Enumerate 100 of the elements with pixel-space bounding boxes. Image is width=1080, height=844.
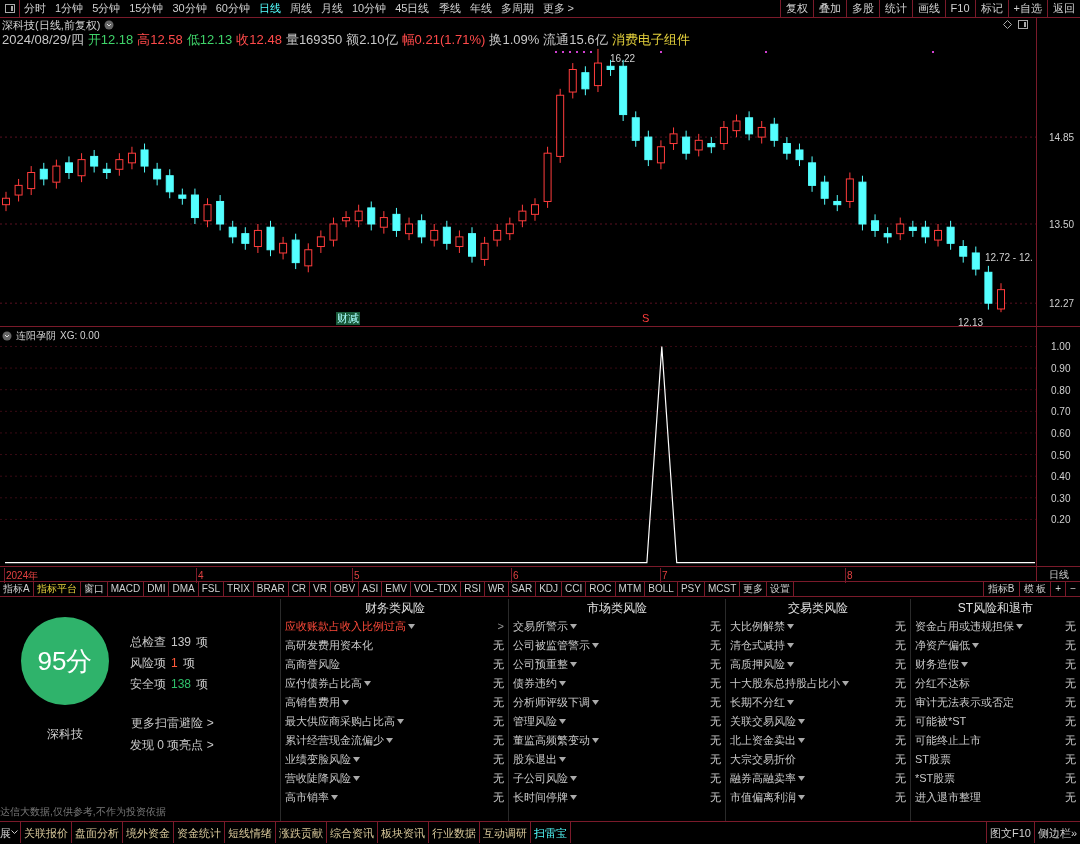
risk-item-label[interactable]: 债券违约 <box>513 675 557 692</box>
indicator-tab[interactable]: MCST <box>704 582 741 596</box>
caret-icon[interactable] <box>798 776 805 781</box>
period-tab[interactable]: 5分钟 <box>92 0 121 17</box>
toolbar-button[interactable]: F10 <box>944 0 975 17</box>
caret-icon[interactable] <box>972 643 979 648</box>
indicator-tab[interactable]: CCI <box>562 582 587 596</box>
more-link[interactable]: 发现 0 项亮点 > <box>130 736 214 754</box>
risk-item-label[interactable]: 最大供应商采购占比高 <box>285 713 395 730</box>
indicator-tab[interactable]: EMV <box>382 582 411 596</box>
bottom-tab[interactable]: 资金统计 <box>174 822 225 843</box>
caret-icon[interactable] <box>397 719 404 724</box>
panel-icon[interactable] <box>1018 20 1028 29</box>
indicator-tab[interactable]: 指标A <box>0 582 34 596</box>
caret-icon[interactable] <box>364 681 371 686</box>
toolbar-button[interactable]: 标记 <box>974 0 1008 17</box>
bottom-tab[interactable]: 涨跌贡献 <box>276 822 327 843</box>
caret-icon[interactable] <box>787 643 794 648</box>
toolbar-button[interactable]: 返回 <box>1047 0 1080 17</box>
period-tab[interactable]: 日线 <box>259 0 281 17</box>
toolbar-button[interactable]: 叠加 <box>812 0 846 17</box>
risk-item-label[interactable]: 市值偏离利润 <box>730 789 796 806</box>
indicator-panel-button[interactable]: 指标B <box>982 582 1019 596</box>
indicator-tab[interactable]: RSI <box>461 582 485 596</box>
caret-icon[interactable] <box>798 795 805 800</box>
period-tab[interactable]: 10分钟 <box>352 0 387 17</box>
caret-icon[interactable] <box>570 776 577 781</box>
indicator-tab[interactable]: 设置 <box>767 582 795 596</box>
bottom-tab[interactable]: 境外资金 <box>123 822 174 843</box>
caret-icon[interactable] <box>787 700 794 705</box>
indicator-tab[interactable]: SAR <box>508 582 537 596</box>
risk-item-label[interactable]: *ST股票 <box>915 770 956 787</box>
period-tab[interactable]: 15分钟 <box>129 0 164 17</box>
event-marker[interactable]: 财减 <box>336 312 360 325</box>
caret-icon[interactable] <box>570 624 577 629</box>
caret-icon[interactable] <box>331 795 338 800</box>
period-tab[interactable]: 季线 <box>438 0 461 17</box>
risk-item-label[interactable]: 财务造假 <box>915 656 959 673</box>
indicator-tab[interactable]: KDJ <box>536 582 563 596</box>
caret-icon[interactable] <box>592 738 599 743</box>
risk-item-label[interactable]: 关联交易风险 <box>730 713 796 730</box>
indicator-tab[interactable]: WR <box>484 582 509 596</box>
toolbar-button[interactable]: 画线 <box>911 0 945 17</box>
indicator-tab[interactable]: BOLL <box>645 582 678 596</box>
caret-icon[interactable] <box>570 795 577 800</box>
caret-icon[interactable] <box>1016 624 1023 629</box>
indicator-tab[interactable]: 指标平台 <box>33 582 81 596</box>
risk-item-label[interactable]: 长期不分红 <box>730 694 785 711</box>
bottom-tab[interactable]: 板块资讯 <box>378 822 429 843</box>
caret-icon[interactable] <box>842 681 849 686</box>
risk-item-label[interactable]: 高质押风险 <box>730 656 785 673</box>
bottom-right-button[interactable]: 图文F10 <box>985 822 1034 843</box>
caret-icon[interactable] <box>559 719 566 724</box>
period-tab[interactable]: 月线 <box>321 0 343 17</box>
indicator-tab[interactable]: ASI <box>359 582 383 596</box>
indicator-tab[interactable]: FSL <box>198 582 225 596</box>
caret-icon[interactable] <box>787 662 794 667</box>
caret-icon[interactable] <box>961 662 968 667</box>
risk-item-label[interactable]: 北上资金卖出 <box>730 732 796 749</box>
risk-item-label[interactable]: 子公司风险 <box>513 770 568 787</box>
period-tab[interactable]: 45日线 <box>395 0 430 17</box>
risk-item-label[interactable]: 十大股东总持股占比小 <box>730 675 840 692</box>
caret-icon[interactable] <box>342 700 349 705</box>
caret-icon[interactable] <box>570 662 577 667</box>
risk-item-label[interactable]: 可能终止上市 <box>915 732 981 749</box>
bottom-tab[interactable]: 行业数据 <box>429 822 480 843</box>
caret-icon[interactable] <box>787 624 794 629</box>
risk-item-label[interactable]: 公司预重整 <box>513 656 568 673</box>
risk-item-label[interactable]: 资金占用或违规担保 <box>915 618 1014 635</box>
toolbar-button[interactable]: 多股 <box>845 0 879 17</box>
risk-item-label[interactable]: 进入退市整理 <box>915 789 981 806</box>
period-tab[interactable]: 1分钟 <box>55 0 84 17</box>
caret-icon[interactable] <box>408 624 415 629</box>
caret-icon[interactable] <box>798 719 805 724</box>
dropdown-icon[interactable] <box>104 20 115 30</box>
risk-item-label[interactable]: 高市销率 <box>285 789 329 806</box>
indicator-tab[interactable]: ROC <box>586 582 616 596</box>
risk-item-label[interactable]: 高销售费用 <box>285 694 340 711</box>
risk-item-label[interactable]: 公司被监管警示 <box>513 637 590 654</box>
indicator-tab[interactable]: 窗口 <box>80 582 108 596</box>
toolbar-button[interactable]: +自选 <box>1007 0 1047 17</box>
risk-item-label[interactable]: 交易所警示 <box>513 618 568 635</box>
period-tab[interactable]: 分时 <box>24 0 46 17</box>
indicator-tab[interactable]: VOL-TDX <box>410 582 462 596</box>
bottom-tab[interactable]: 盘面分析 <box>72 822 123 843</box>
risk-item-label[interactable]: 应收账款占收入比例过高 <box>285 618 406 635</box>
risk-item-label[interactable]: ST股票 <box>915 751 952 768</box>
indicator-panel-button[interactable]: + <box>1050 582 1066 596</box>
bottom-tab[interactable]: 关联报价 <box>21 822 72 843</box>
indicator-tab[interactable]: DMI <box>144 582 170 596</box>
caret-icon[interactable] <box>592 700 599 705</box>
indicator-panel-button[interactable]: 模 板 <box>1018 582 1051 596</box>
indicator-tab[interactable]: 更多 <box>740 582 768 596</box>
risk-item-label[interactable]: 管理风险 <box>513 713 557 730</box>
risk-item-label[interactable]: 股东退出 <box>513 751 557 768</box>
risk-item-label[interactable]: 分红不达标 <box>915 675 970 692</box>
risk-item-label[interactable]: 营收陡降风险 <box>285 770 351 787</box>
caret-icon[interactable] <box>353 776 360 781</box>
risk-item-label[interactable]: 应付债券占比高 <box>285 675 362 692</box>
risk-item-label[interactable]: 可能被*ST <box>915 713 967 730</box>
